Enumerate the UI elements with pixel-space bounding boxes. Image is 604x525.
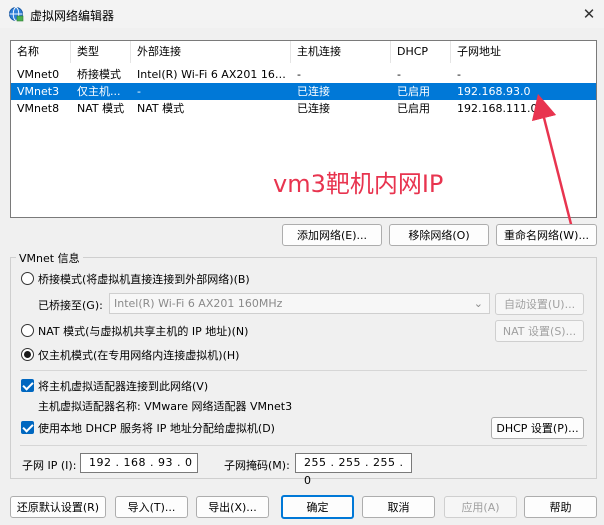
chevron-down-icon: ⌄ [473,297,483,310]
close-icon: ✕ [582,5,596,23]
table-row[interactable]: VMnet0 桥接模式 Intel(R) Wi-Fi 6 AX201 160MH… [11,66,596,83]
ok-button[interactable]: 确定 [281,495,354,519]
column-header-name[interactable]: 名称 [11,41,71,63]
auto-settings-button[interactable]: 自动设置(U)... [495,293,584,315]
remove-network-button[interactable]: 移除网络(O) [389,224,489,246]
cell-subnet: - [457,68,461,81]
export-button[interactable]: 导出(X)... [196,496,269,518]
column-header-type[interactable]: 类型 [71,41,131,63]
cell-external: Intel(R) Wi-Fi 6 AX201 160MHz [137,68,291,81]
list-header: 名称 类型 外部连接 主机连接 DHCP 子网地址 [11,41,596,63]
table-row-selected[interactable]: VMnet3 仅主机... - 已连接 已启用 192.168.93.0 [11,83,596,100]
subnet-ip-input[interactable]: 192 . 168 . 93 . 0 [80,453,198,473]
cell-dhcp: - [397,68,401,81]
cell-subnet: 192.168.111.0 [457,102,538,115]
table-row[interactable]: VMnet8 NAT 模式 NAT 模式 已连接 已启用 192.168.111… [11,100,596,117]
close-button[interactable]: ✕ [574,0,604,28]
nat-settings-button[interactable]: NAT 设置(S)... [495,320,584,342]
import-button[interactable]: 导入(T)... [115,496,188,518]
subnet-mask-label: 子网掩码(M): [224,459,290,472]
cell-host: 已连接 [297,102,330,115]
cell-dhcp: 已启用 [397,85,430,98]
window-title: 虚拟网络编辑器 [30,9,115,23]
dhcp-checkbox[interactable] [21,421,34,434]
restore-defaults-button[interactable]: 还原默认设置(R) [10,496,106,518]
cell-name: VMnet3 [17,85,60,98]
subnet-mask-input[interactable]: 255 . 255 . 255 . 0 [295,453,412,487]
dhcp-settings-button[interactable]: DHCP 设置(P)... [491,417,584,439]
dhcp-label[interactable]: 使用本地 DHCP 服务将 IP 地址分配给虚拟机(D) [38,420,275,436]
cell-external: - [137,85,141,98]
cell-name: VMnet8 [17,102,60,115]
column-header-external[interactable]: 外部连接 [131,41,291,63]
bridged-label[interactable]: 桥接模式(将虚拟机直接连接到外部网络)(B) [38,271,250,287]
cell-host: - [297,68,301,81]
divider [20,370,587,371]
hostonly-radio[interactable] [21,348,34,361]
title-bar: 虚拟网络编辑器 ✕ [0,0,604,28]
column-header-host[interactable]: 主机连接 [291,41,391,63]
divider [20,445,587,446]
connect-adapter-label[interactable]: 将主机虚拟适配器连接到此网络(V) [38,378,208,394]
cell-dhcp: 已启用 [397,102,430,115]
nat-label[interactable]: NAT 模式(与虚拟机共享主机的 IP 地址)(N) [38,323,248,339]
group-label: VMnet 信息 [16,250,83,266]
column-header-subnet[interactable]: 子网地址 [451,41,596,63]
cell-external: NAT 模式 [137,102,185,115]
annotation-text: vm3靶机内网IP [273,170,444,198]
rename-network-button[interactable]: 重命名网络(W)... [496,224,597,246]
network-globe-icon [9,7,24,22]
column-header-dhcp[interactable]: DHCP [391,41,451,63]
cell-host: 已连接 [297,85,330,98]
cell-type: 桥接模式 [77,68,121,81]
cell-name: VMnet0 [17,68,60,81]
add-network-button[interactable]: 添加网络(E)... [282,224,382,246]
bridged-to-label: 已桥接至(G): [38,299,103,312]
cancel-button[interactable]: 取消 [362,496,435,518]
bridged-to-value: Intel(R) Wi-Fi 6 AX201 160MHz [114,297,283,310]
hostonly-label[interactable]: 仅主机模式(在专用网络内连接虚拟机)(H) [38,347,239,363]
nat-radio[interactable] [21,324,34,337]
cell-subnet: 192.168.93.0 [457,85,531,98]
cell-type: 仅主机... [77,85,121,98]
connect-adapter-checkbox[interactable] [21,379,34,392]
bridged-radio[interactable] [21,272,34,285]
help-button[interactable]: 帮助 [524,496,597,518]
adapter-name-label: 主机虚拟适配器名称: VMware 网络适配器 VMnet3 [38,400,293,413]
apply-button[interactable]: 应用(A) [444,496,517,518]
bridged-to-select[interactable]: Intel(R) Wi-Fi 6 AX201 160MHz ⌄ [109,293,490,314]
subnet-ip-label: 子网 IP (I): [22,459,77,472]
cell-type: NAT 模式 [77,102,125,115]
